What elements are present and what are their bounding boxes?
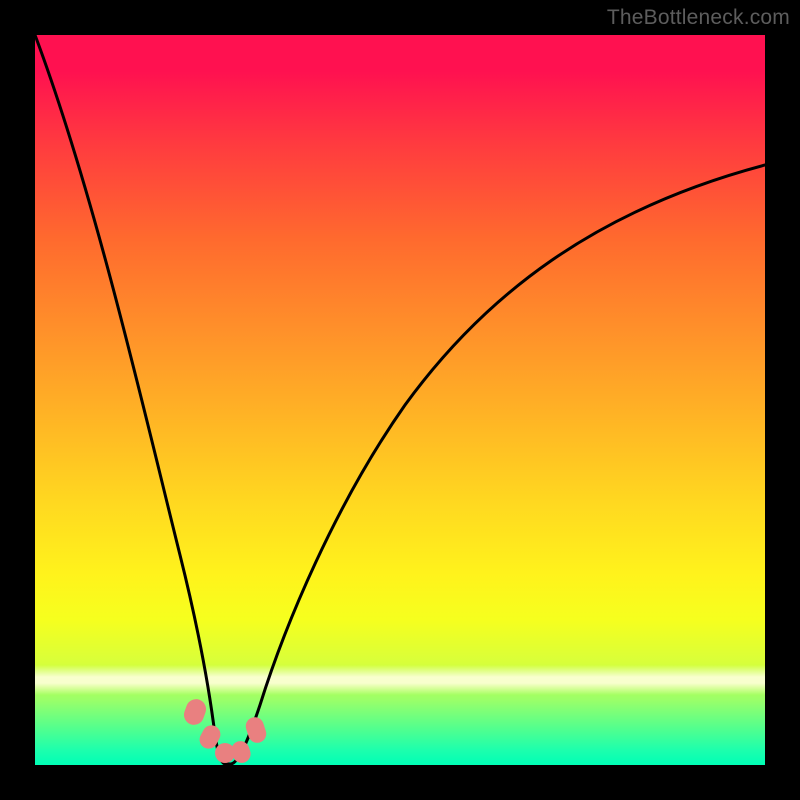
- curve-layer: [35, 35, 765, 765]
- bottleneck-curve: [35, 35, 765, 764]
- curve-marker: [181, 696, 209, 727]
- plot-area: [35, 35, 765, 765]
- attribution-text: TheBottleneck.com: [607, 6, 790, 30]
- marker-group: [181, 696, 268, 765]
- curve-marker: [229, 739, 253, 765]
- chart-frame: TheBottleneck.com: [0, 0, 800, 800]
